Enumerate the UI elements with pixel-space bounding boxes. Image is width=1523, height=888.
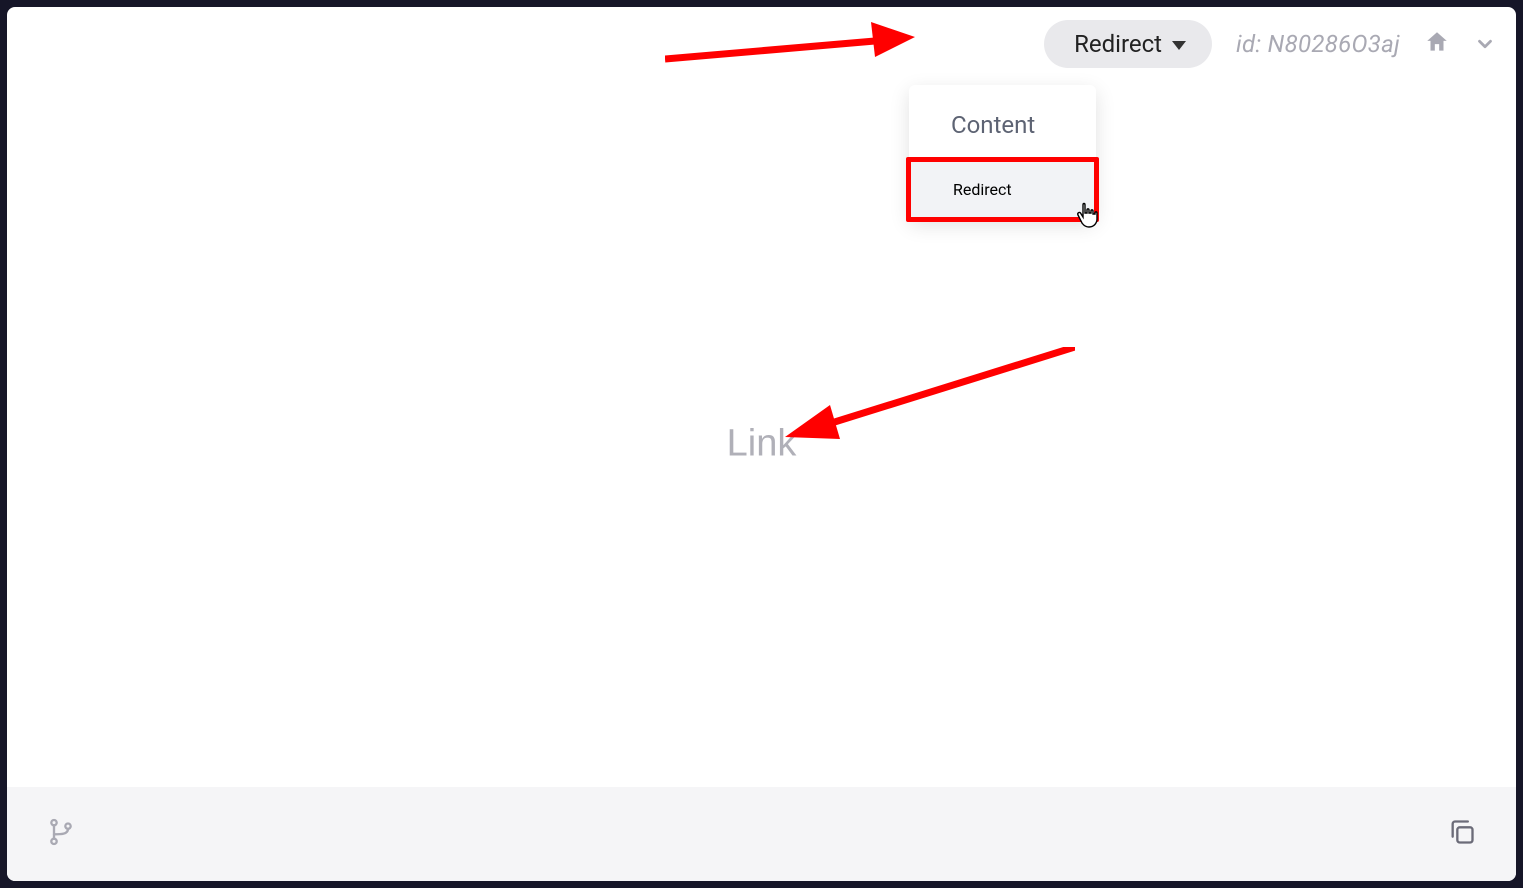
- dropdown-item-label: Redirect: [953, 180, 1012, 199]
- link-input[interactable]: [612, 423, 912, 466]
- type-dropdown-menu: Content Redirect: [909, 85, 1096, 219]
- copy-icon[interactable]: [1448, 818, 1476, 850]
- home-icon[interactable]: [1424, 29, 1450, 59]
- editor-panel: Redirect id: N80286O3aj Content Redirect: [7, 7, 1516, 881]
- caret-down-icon: [1172, 41, 1186, 50]
- pointer-cursor-icon: [1074, 201, 1100, 229]
- dropdown-item-label: Content: [951, 111, 1035, 139]
- header-bar: Redirect id: N80286O3aj: [7, 7, 1516, 81]
- dropdown-item-redirect[interactable]: Redirect: [906, 157, 1099, 222]
- type-selector-button[interactable]: Redirect: [1044, 20, 1212, 68]
- branch-icon[interactable]: [47, 818, 75, 850]
- chevron-down-icon[interactable]: [1474, 33, 1496, 55]
- id-label: id: N80286O3aj: [1236, 30, 1400, 58]
- type-selector-label: Redirect: [1074, 30, 1162, 58]
- footer-bar: [7, 787, 1516, 881]
- dropdown-item-content[interactable]: Content: [909, 93, 1096, 157]
